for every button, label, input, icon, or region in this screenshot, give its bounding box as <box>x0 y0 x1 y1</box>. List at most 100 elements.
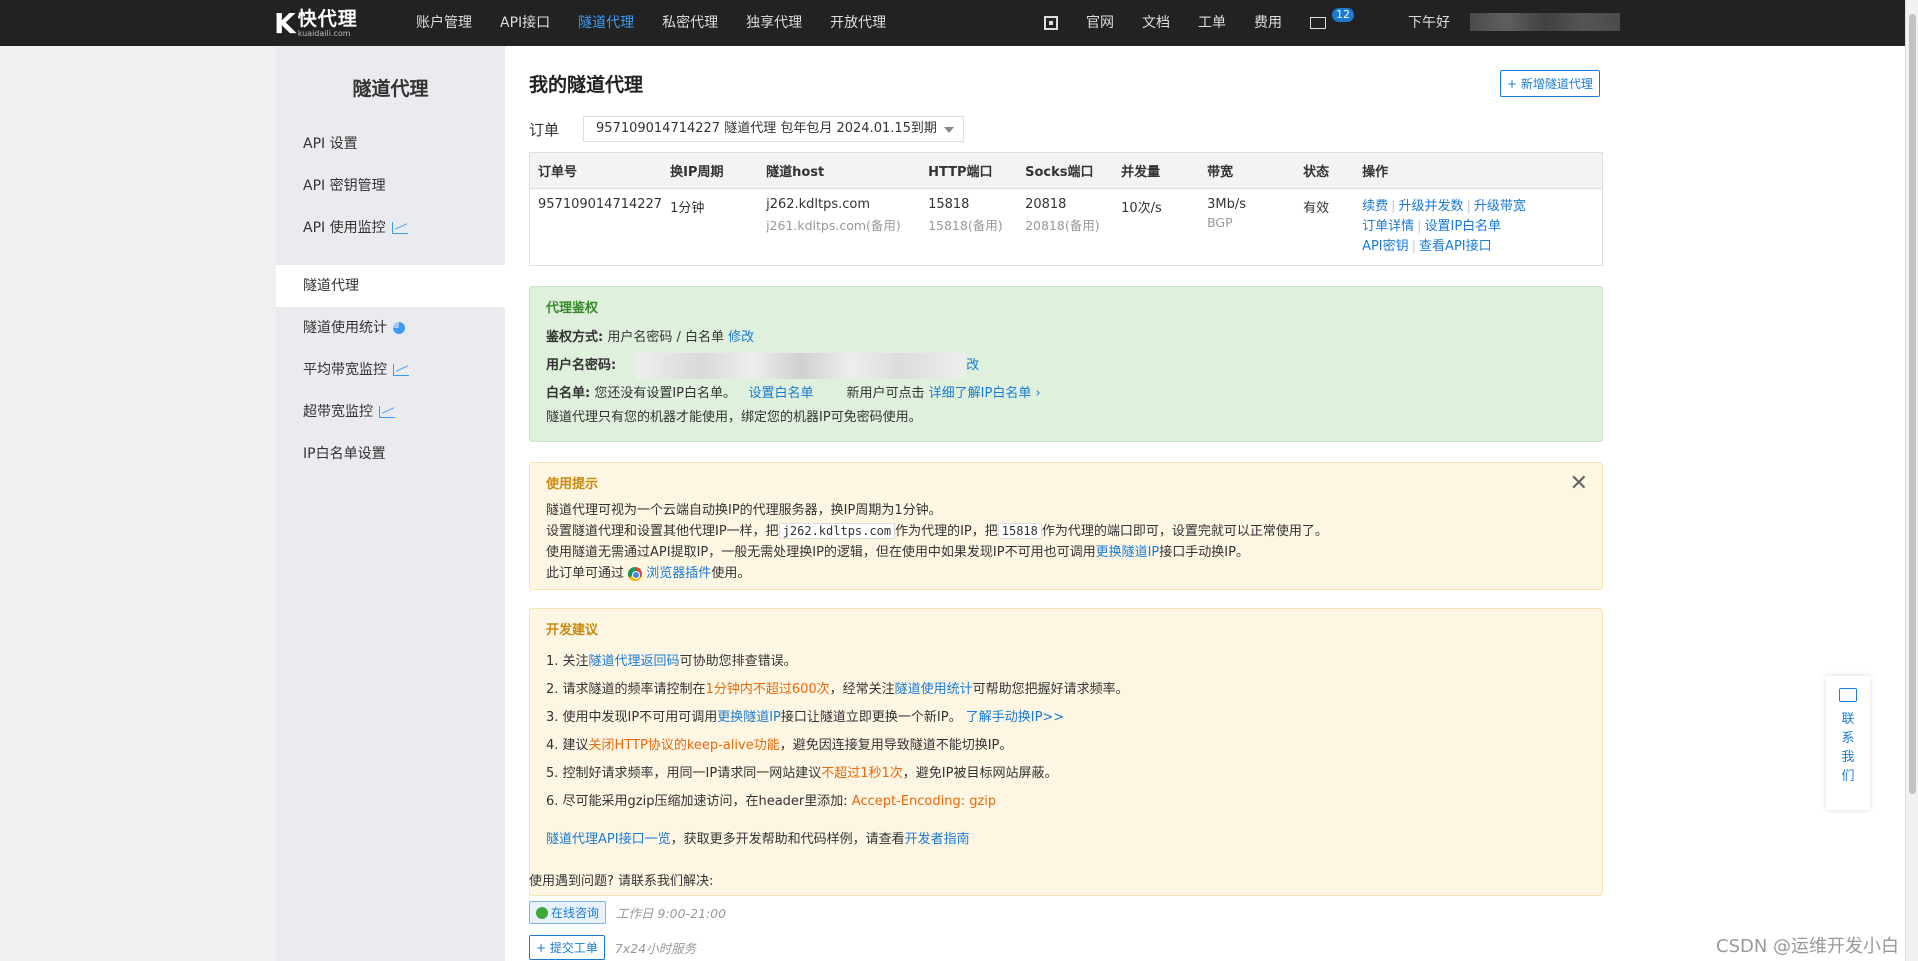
order-detail-link[interactable]: 订单详情 <box>1362 219 1414 234</box>
api-list-link[interactable]: 隧道代理API接口一览 <box>546 832 671 847</box>
upgrade-bandwidth-link[interactable]: 升级带宽 <box>1474 199 1526 214</box>
nav-right: 官网 文档 工单 费用 12 <box>1030 0 1354 46</box>
advice-item: 4. 建议关闭HTTP协议的keep-alive功能，避免因连接复用导致隧道不能… <box>546 738 1013 753</box>
view-api-link[interactable]: 查看API接口 <box>1419 239 1492 254</box>
nav-ticket[interactable]: 工单 <box>1184 0 1240 46</box>
submit-ticket-button[interactable]: + 提交工单 <box>529 935 605 960</box>
return-code-link[interactable]: 隧道代理返回码 <box>589 654 680 669</box>
auth-note: 隧道代理只有您的机器才能使用，绑定您的机器IP可免密码使用。 <box>546 410 922 425</box>
chrome-icon <box>628 566 643 581</box>
mail-button[interactable]: 12 <box>1296 0 1354 46</box>
sidebar-item-api-settings[interactable]: API 设置 <box>276 123 505 165</box>
whitelist-learn-link[interactable]: 详细了解IP白名单 › <box>929 386 1041 401</box>
auth-panel: 代理鉴权 鉴权方式: 用户名密码 / 白名单 修改 用户名密码: 改 白名单: 您… <box>529 286 1603 442</box>
credential-edit-link[interactable]: 改 <box>966 358 979 373</box>
nav-private-proxy[interactable]: 私密代理 <box>648 0 732 46</box>
cell-cycle: 1分钟 <box>670 201 705 216</box>
upgrade-concurrency-link[interactable]: 升级并发数 <box>1398 199 1463 214</box>
http-port-backup: 15818(备用) <box>928 218 1003 233</box>
tip-text: 设置隧道代理和设置其他代理IP一样，把 <box>546 524 779 539</box>
auth-method-label: 鉴权方式: <box>546 330 604 345</box>
sidebar-item-label: API 密钥管理 <box>303 178 386 194</box>
dev-guide-link[interactable]: 开发者指南 <box>905 832 970 847</box>
close-icon[interactable]: ✕ <box>1570 471 1588 496</box>
nav-docs[interactable]: 文档 <box>1128 0 1184 46</box>
change-ip-link[interactable]: 更换隧道IP <box>1096 545 1160 560</box>
new-user-text: 新用户可点击 <box>846 386 925 401</box>
credential-redacted <box>636 352 967 379</box>
status-badge: 有效 <box>1303 201 1330 216</box>
dev-footer: 隧道代理API接口一览，获取更多开发帮助和代码样例，请查看开发者指南 <box>546 832 970 847</box>
host-backup: j261.kdltps.com(备用) <box>766 218 901 233</box>
sidebar-item-label: 超带宽监控 <box>303 404 373 420</box>
brand-logo[interactable]: K 快代理 kuaidaili.com <box>274 7 374 40</box>
line-chart-icon <box>391 222 408 234</box>
host-primary: j262.kdltps.com <box>766 197 871 212</box>
credential-label: 用户名密码: <box>546 358 617 373</box>
socks-port: 20818 <box>1025 197 1067 212</box>
add-tunnel-button[interactable]: + 新增隧道代理 <box>1500 70 1600 97</box>
usage-stats-link[interactable]: 隧道使用统计 <box>895 682 973 697</box>
qr-code-button[interactable] <box>1030 0 1072 46</box>
cell-host: j262.kdltps.com j261.kdltps.com(备用) <box>758 189 920 266</box>
sidebar-item-label: IP白名单设置 <box>303 446 386 462</box>
change-ip-link[interactable]: 更换隧道IP <box>717 710 781 725</box>
page-scrollbar[interactable] <box>1905 0 1918 961</box>
nav-tunnel-proxy[interactable]: 隧道代理 <box>564 0 648 46</box>
page-title: 我的隧道代理 <box>529 74 644 96</box>
contact-us-button[interactable]: 联 系 我 们 <box>1826 676 1870 810</box>
set-whitelist-link[interactable]: 设置白名单 <box>748 386 813 401</box>
online-chat-button[interactable]: 在线咨询 <box>529 901 607 924</box>
renew-link[interactable]: 续费 <box>1362 199 1388 214</box>
cell-bandwidth: 3Mb/s BGP <box>1199 189 1295 266</box>
order-select[interactable]: 957109014714227 隧道代理 包年包月 2024.01.15到期 <box>583 116 964 142</box>
tip-port-code: 15818 <box>997 523 1042 539</box>
advice-item: 1. 关注隧道代理返回码可协助您排查错误。 <box>546 654 797 669</box>
message-icon <box>1839 688 1857 702</box>
line-chart-icon <box>393 364 409 376</box>
tip-text: 作为代理的端口即可，设置完就可以正常使用了。 <box>1041 524 1328 539</box>
browser-plugin-link[interactable]: 浏览器插件 <box>646 566 711 581</box>
sidebar-item-label: 平均带宽监控 <box>303 362 387 378</box>
sidebar-item-label: 隧道代理 <box>303 278 359 294</box>
sidebar-item-label: API 使用监控 <box>303 220 386 236</box>
auth-method-edit-link[interactable]: 修改 <box>728 330 754 345</box>
tip-host-code: j262.kdltps.com <box>778 523 896 539</box>
nav-account[interactable]: 账户管理 <box>402 0 486 46</box>
main-nav: 账户管理 API接口 隧道代理 私密代理 独享代理 开放代理 <box>402 0 900 46</box>
tip-text: 使用。 <box>711 566 751 581</box>
table-header-row: 订单号 换IP周期 隧道host HTTP端口 Socks端口 并发量 带宽 状… <box>529 152 1603 189</box>
sidebar-item-api-monitor[interactable]: API 使用监控 <box>276 207 505 249</box>
sidebar-item-tunnel-stats[interactable]: 隧道使用统计 <box>276 307 505 349</box>
nav-api[interactable]: API接口 <box>486 0 564 46</box>
nav-billing[interactable]: 费用 <box>1240 0 1296 46</box>
order-label: 订单 <box>529 120 560 139</box>
top-nav-bar: K 快代理 kuaidaili.com 账户管理 API接口 隧道代理 私密代理… <box>0 0 1905 46</box>
scrollbar-thumb[interactable] <box>1909 14 1916 794</box>
sidebar-item-over-bandwidth[interactable]: 超带宽监控 <box>276 391 505 433</box>
tip-title: 使用提示 <box>546 477 599 492</box>
cell-concurrency: 10次/s <box>1121 201 1162 216</box>
tip-text: 接口手动换IP。 <box>1159 545 1249 560</box>
set-whitelist-link[interactable]: 设置IP白名单 <box>1424 219 1501 234</box>
whitelist-text: 您还没有设置IP白名单。 <box>594 386 737 401</box>
col-host: 隧道host <box>758 152 921 189</box>
nav-dedicated-proxy[interactable]: 独享代理 <box>732 0 816 46</box>
col-status: 状态 <box>1295 152 1355 189</box>
username-redacted[interactable] <box>1470 13 1620 31</box>
sidebar-item-bandwidth-monitor[interactable]: 平均带宽监控 <box>276 349 505 391</box>
sidebar-item-ip-whitelist[interactable]: IP白名单设置 <box>276 433 505 475</box>
sidebar-title: 隧道代理 <box>352 78 429 100</box>
sidebar-item-api-key[interactable]: API 密钥管理 <box>276 165 505 207</box>
col-socks-port: Socks端口 <box>1017 152 1114 189</box>
csdn-watermark: CSDN @运维开发小白 <box>1716 936 1900 957</box>
manual-change-ip-link[interactable]: 了解手动换IP>> <box>966 710 1064 725</box>
sidebar-item-label: 隧道使用统计 <box>303 320 387 336</box>
api-key-link[interactable]: API密钥 <box>1362 239 1409 254</box>
mail-icon <box>1310 17 1326 29</box>
sidebar-item-tunnel-proxy[interactable]: 隧道代理 <box>276 265 505 307</box>
bandwidth-type: BGP <box>1207 215 1233 230</box>
nav-website[interactable]: 官网 <box>1072 0 1128 46</box>
advice-item: 6. 尽可能采用gzip压缩加速访问，在header里添加: Accept-En… <box>546 794 997 809</box>
nav-open-proxy[interactable]: 开放代理 <box>816 0 900 46</box>
